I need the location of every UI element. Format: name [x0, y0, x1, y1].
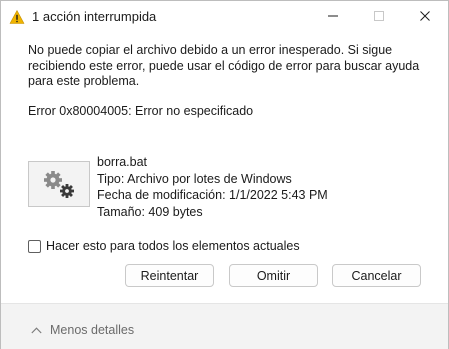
maximize-button[interactable]: [356, 1, 402, 33]
less-details-label: Menos detalles: [50, 323, 135, 337]
chevron-up-icon: [31, 321, 42, 339]
file-modified: Fecha de modificación: 1/1/2022 5:43 PM: [97, 188, 328, 202]
minimize-button[interactable]: [310, 1, 356, 33]
apply-all-checkbox[interactable]: [28, 239, 41, 253]
file-type: Tipo: Archivo por lotes de Windows: [97, 171, 292, 186]
error-code: Error 0x80004005: Error no especificado: [28, 104, 254, 118]
minimize-icon: [328, 8, 338, 26]
window-title: 1 acción interrumpida: [32, 9, 157, 24]
apply-all-option[interactable]: Hacer esto para todos los elementos actu…: [28, 239, 300, 253]
dialog-footer: Menos detalles: [1, 303, 448, 349]
less-details-toggle[interactable]: Menos detalles: [31, 321, 134, 339]
dialog-body: No puede copiar el archivo debido a un e…: [1, 33, 448, 303]
retry-button[interactable]: Reintentar: [125, 264, 214, 287]
file-thumbnail: [28, 161, 90, 207]
title-bar[interactable]: 1 acción interrumpida: [1, 1, 448, 33]
error-message: No puede copiar el archivo debido a un e…: [28, 43, 420, 88]
file-size: Tamaño: 409 bytes: [97, 204, 203, 219]
close-icon: [420, 8, 430, 26]
skip-button[interactable]: Omitir: [229, 264, 318, 287]
warning-icon: [9, 9, 25, 25]
gear-file-icon: [29, 171, 89, 210]
close-button[interactable]: [402, 1, 448, 33]
cancel-button[interactable]: Cancelar: [332, 264, 421, 287]
error-dialog-window: 1 acción interrumpida No puede copiar el…: [0, 0, 449, 349]
file-details: borra.bat Tipo: Archivo por lotes de Win…: [97, 154, 328, 220]
apply-all-label: Hacer esto para todos los elementos actu…: [46, 239, 300, 253]
maximize-icon: [374, 8, 384, 26]
file-name: borra.bat: [97, 155, 148, 169]
